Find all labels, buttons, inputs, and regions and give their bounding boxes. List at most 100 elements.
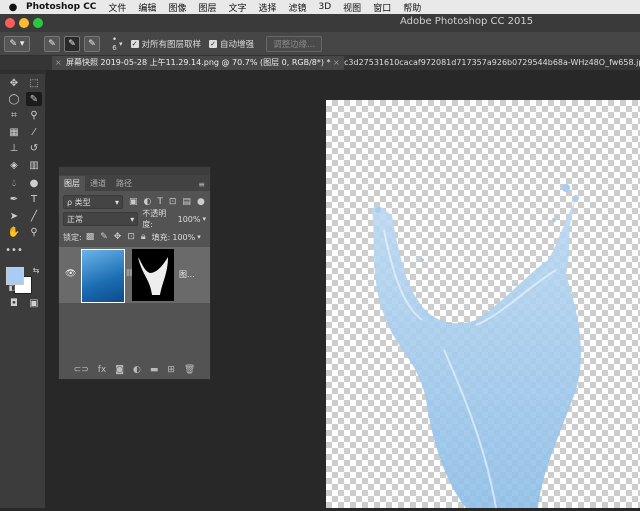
window-titlebar: Adobe Photoshop CC 2015 bbox=[0, 14, 640, 32]
new-group-icon[interactable]: ▬ bbox=[150, 365, 159, 375]
lock-position-icon[interactable]: ✥ bbox=[114, 232, 122, 242]
move-icon[interactable]: ✥ bbox=[6, 76, 22, 90]
marquee-icon[interactable]: ⬚ bbox=[26, 76, 42, 90]
panel-grip[interactable] bbox=[0, 70, 46, 74]
smart-object-filter-icon[interactable]: ▤ bbox=[182, 197, 191, 207]
healing-icon[interactable]: ▦ bbox=[6, 125, 22, 139]
eraser-icon[interactable]: ◈ bbox=[6, 158, 22, 172]
fill-value[interactable]: 100% bbox=[172, 233, 195, 242]
auto-enhance-checkbox[interactable]: ✓ bbox=[209, 39, 218, 48]
menu-3d[interactable]: 3D bbox=[319, 2, 332, 12]
options-bar: ✎ ▾ ✎ ✎ ✎ • 6 ▾ ✓ 对所有图层取样 ✓ 自动增强 调整边缘... bbox=[0, 32, 640, 56]
menu-view[interactable]: 视图 bbox=[343, 1, 361, 14]
sample-all-layers-checkbox[interactable]: ✓ bbox=[130, 39, 139, 48]
tab-label: 屏幕快照 2019-05-28 上午11.29.14.png @ 70.7% (… bbox=[66, 58, 331, 67]
minimize-window-button[interactable] bbox=[19, 18, 29, 28]
window-title: Adobe Photoshop CC 2015 bbox=[400, 16, 534, 27]
layers-footer: ⊂⊃ fx ◙ ◐ ▬ ⊞ 🗑︎ bbox=[59, 361, 210, 379]
layer-mask-thumbnail[interactable] bbox=[132, 249, 174, 301]
stamp-icon[interactable]: ⊥ bbox=[6, 141, 22, 155]
layer-row[interactable]: 👁︎ ⛓︎ 图... bbox=[59, 247, 210, 303]
menu-layer[interactable]: 图层 bbox=[198, 1, 216, 14]
hand-icon[interactable]: ✋ bbox=[6, 225, 22, 239]
tab-layers[interactable]: 图层 bbox=[59, 176, 85, 191]
eyedropper-icon[interactable]: ⚲ bbox=[26, 108, 42, 122]
chevron-down-icon[interactable]: ▾ bbox=[197, 233, 201, 241]
pen-icon[interactable]: ✒ bbox=[6, 192, 22, 206]
document-canvas[interactable] bbox=[326, 100, 640, 509]
add-mask-icon[interactable]: ◙ bbox=[115, 365, 124, 375]
tab-paths[interactable]: 路径 bbox=[111, 176, 137, 191]
opacity-value[interactable]: 100% bbox=[178, 215, 201, 224]
tab-water-doc[interactable]: × c3d27531610cacaf972081d717357a926b0729… bbox=[330, 56, 640, 70]
menu-type[interactable]: 文字 bbox=[228, 1, 246, 14]
zoom-window-button[interactable] bbox=[33, 18, 43, 28]
link-layers-icon[interactable]: ⊂⊃ bbox=[74, 365, 89, 375]
new-selection-icon[interactable]: ✎ bbox=[44, 35, 60, 52]
auto-enhance-label: 自动增强 bbox=[220, 39, 255, 50]
menu-image[interactable]: 图像 bbox=[168, 1, 186, 14]
close-tab-icon[interactable]: × bbox=[333, 56, 340, 70]
apple-icon[interactable]: ● bbox=[0, 2, 26, 13]
lock-all-icon[interactable]: 🔒︎ bbox=[141, 232, 146, 242]
fill-label: 填充: bbox=[151, 232, 171, 242]
line-icon[interactable]: ╱ bbox=[26, 209, 42, 223]
lock-label: 锁定: bbox=[63, 232, 82, 242]
menu-window[interactable]: 窗口 bbox=[373, 1, 391, 14]
panel-header[interactable] bbox=[59, 167, 210, 175]
subtract-from-selection-icon[interactable]: ✎ bbox=[84, 35, 100, 52]
layer-thumbnail[interactable] bbox=[81, 249, 125, 303]
quick-selection-icon[interactable]: ✎ bbox=[26, 92, 42, 106]
menu-select[interactable]: 选择 bbox=[258, 1, 276, 14]
crop-icon[interactable]: ⌗ bbox=[6, 108, 22, 122]
chevron-down-icon[interactable]: ▾ bbox=[202, 215, 206, 223]
pixel-filter-icon[interactable]: ▣ bbox=[129, 197, 138, 207]
visibility-eye-icon[interactable]: 👁︎ bbox=[65, 269, 76, 279]
app-menu[interactable]: Photoshop CC bbox=[26, 2, 96, 12]
default-colors-icon[interactable]: ◧ bbox=[4, 281, 20, 295]
type-filter-icon[interactable]: T bbox=[157, 197, 163, 207]
fx-icon[interactable]: fx bbox=[98, 365, 107, 375]
tab-channels[interactable]: 通道 bbox=[85, 176, 111, 191]
water-splash-image bbox=[372, 184, 582, 509]
refine-edge-button[interactable]: 调整边缘... bbox=[266, 35, 323, 52]
filter-type-select[interactable]: ρ 类型 ▾ bbox=[63, 195, 123, 209]
trash-icon[interactable]: 🗑︎ bbox=[184, 365, 195, 375]
blend-mode-select[interactable]: 正常 ▾ bbox=[63, 212, 139, 226]
chevron-down-icon[interactable]: ▾ bbox=[119, 40, 123, 48]
menu-help[interactable]: 帮助 bbox=[403, 1, 421, 14]
lock-transparent-icon[interactable]: ▩ bbox=[86, 232, 95, 242]
panel-menu-icon[interactable]: ≡ bbox=[193, 178, 210, 191]
lock-artboard-icon[interactable]: ⊡ bbox=[127, 232, 135, 242]
type-icon[interactable]: T bbox=[26, 192, 42, 206]
add-to-selection-icon[interactable]: ✎ bbox=[64, 35, 80, 52]
dodge-icon[interactable]: ● bbox=[26, 176, 42, 190]
path-selection-icon[interactable]: ➤ bbox=[6, 209, 22, 223]
tab-label: c3d27531610cacaf972081d717357a926b072954… bbox=[344, 58, 640, 67]
screen-mode-icon[interactable]: ▣ bbox=[26, 296, 42, 310]
shape-filter-icon[interactable]: ⊡ bbox=[169, 197, 177, 207]
swap-colors-icon[interactable]: ⇆ bbox=[28, 263, 44, 277]
close-window-button[interactable] bbox=[5, 18, 15, 28]
menu-file[interactable]: 文件 bbox=[108, 1, 126, 14]
adjustment-filter-icon[interactable]: ◐ bbox=[144, 197, 152, 207]
new-layer-icon[interactable]: ⊞ bbox=[167, 365, 175, 375]
menu-filter[interactable]: 滤镜 bbox=[289, 1, 307, 14]
more-tools-icon[interactable]: ••• bbox=[5, 243, 23, 257]
brush-icon[interactable]: ⁄ bbox=[26, 125, 42, 139]
menu-edit[interactable]: 编辑 bbox=[138, 1, 156, 14]
history-brush-icon[interactable]: ↺ bbox=[26, 141, 42, 155]
tool-preset-picker[interactable]: ✎ ▾ bbox=[4, 35, 30, 52]
quick-mask-icon[interactable]: ◘ bbox=[6, 296, 22, 310]
close-tab-icon[interactable]: × bbox=[55, 56, 62, 70]
layer-name[interactable]: 图... bbox=[179, 269, 195, 280]
brush-size-picker[interactable]: • 6 bbox=[112, 35, 117, 51]
adjustment-layer-icon[interactable]: ◐ bbox=[133, 365, 141, 375]
lock-pixels-icon[interactable]: ✎ bbox=[100, 232, 108, 242]
filter-toggle-icon[interactable]: ● bbox=[197, 197, 205, 207]
zoom-icon[interactable]: ⚲ bbox=[26, 225, 42, 239]
lasso-icon[interactable]: ◯ bbox=[6, 92, 22, 106]
tab-screenshot-doc[interactable]: × 屏幕快照 2019-05-28 上午11.29.14.png @ 70.7%… bbox=[52, 56, 344, 70]
blur-icon[interactable]: 💧︎ bbox=[6, 176, 22, 190]
gradient-icon[interactable]: ▥ bbox=[26, 158, 42, 172]
